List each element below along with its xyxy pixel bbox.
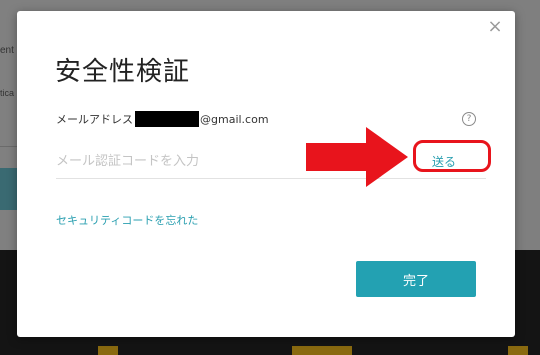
close-icon[interactable]: × [487,18,503,36]
background-text-fragment: ent [0,45,14,56]
help-icon[interactable]: ? [462,112,476,126]
modal-title: 安全性検証 [55,57,191,87]
background-footer-glyph [98,346,118,355]
done-button[interactable]: 完了 [356,261,476,297]
email-domain: @gmail.com [200,112,269,126]
annotation-highlight-oval [413,140,491,172]
security-verification-modal: × 安全性検証 メールアドレス @gmail.com ? 送る セキュリティコー… [17,11,515,337]
background-footer-glyph [292,346,352,355]
forgot-security-code-link[interactable]: セキュリティコードを忘れた [56,212,198,228]
background-footer-glyph [508,346,528,355]
email-label: メールアドレス [56,113,133,126]
annotation-arrow-icon [306,127,408,187]
redacted-email-block [135,111,199,127]
email-row: メールアドレス @gmail.com [56,111,269,127]
background-text-fragment: tica [0,88,15,98]
